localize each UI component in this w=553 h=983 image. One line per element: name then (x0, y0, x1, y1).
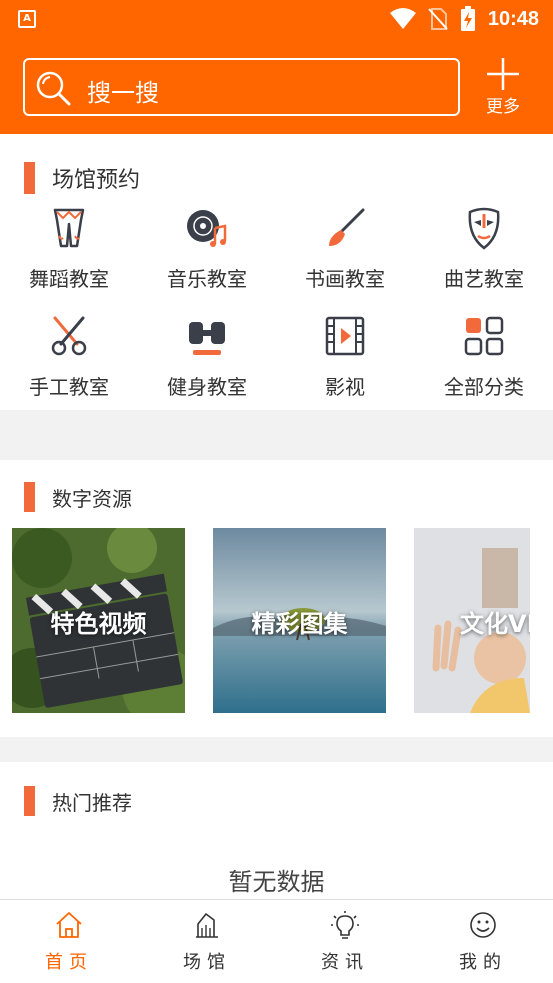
category-film[interactable]: 影视 (285, 314, 405, 414)
section-accent-bar (24, 482, 35, 512)
tile-vr[interactable]: 文化VR (414, 528, 530, 713)
section-accent-bar (24, 162, 35, 194)
venue-booking-section: 场馆预约 舞蹈教室 音乐教室 书画教室 曲艺教室 手工教室 健身教室 影视 全部… (0, 134, 553, 410)
battery-charging-icon (460, 6, 475, 31)
section-header: 数字资源 (24, 482, 132, 512)
opera-mask-icon (468, 207, 500, 250)
resource-carousel[interactable]: 特色视频 精彩图集 文化V (12, 528, 553, 713)
wifi-icon (389, 8, 416, 29)
status-bar: A 10:48 (0, 0, 553, 38)
tile-label: 特色视频 (50, 610, 147, 638)
category-label: 音乐教室 (167, 267, 247, 291)
section-header: 热门推荐 (24, 786, 132, 816)
tab-label: 场馆 (183, 952, 231, 973)
smiley-icon (470, 912, 496, 938)
category-label: 书画教室 (305, 267, 385, 291)
clock: 10:48 (487, 7, 539, 30)
tab-profile[interactable]: 我的 (414, 900, 552, 983)
category-label: 手工教室 (29, 375, 109, 399)
scissors-icon (51, 316, 87, 356)
tile-video[interactable]: 特色视频 (12, 528, 185, 713)
plus-icon (487, 58, 519, 90)
bottom-tab-bar: 首页 场馆 资讯 我的 (0, 899, 553, 983)
category-dance[interactable]: 舞蹈教室 (9, 206, 129, 306)
section-title: 数字资源 (52, 486, 132, 511)
category-painting[interactable]: 书画教室 (285, 206, 405, 306)
section-accent-bar (24, 786, 35, 816)
tile-gallery[interactable]: 精彩图集 (213, 528, 386, 713)
empty-state-text: 暂无数据 (228, 868, 325, 896)
home-icon (56, 912, 82, 938)
status-icons: 10:48 (389, 6, 539, 32)
lightbulb-icon (331, 911, 359, 939)
paint-brush-icon (329, 208, 365, 246)
category-label: 影视 (325, 375, 365, 399)
film-icon (325, 316, 365, 356)
venue-building-icon (196, 913, 218, 938)
tab-label: 我的 (459, 952, 507, 973)
category-all[interactable]: 全部分类 (424, 314, 544, 414)
category-opera[interactable]: 曲艺教室 (424, 206, 544, 306)
digital-resources-section: 数字资源 特色视频 精彩图集 文化V (0, 460, 553, 737)
tab-venue[interactable]: 场馆 (138, 900, 276, 983)
category-handcraft[interactable]: 手工教室 (9, 314, 129, 414)
no-sim-icon (428, 8, 448, 30)
section-header: 场馆预约 (24, 162, 140, 194)
category-label: 全部分类 (444, 375, 524, 399)
category-fitness[interactable]: 健身教室 (147, 314, 267, 414)
search-placeholder: 搜一搜 (87, 79, 159, 107)
section-title: 场馆预约 (52, 168, 141, 193)
hot-recommendations-section: 热门推荐 暂无数据 (0, 762, 553, 899)
section-title: 热门推荐 (52, 790, 132, 815)
dumbbell-icon (189, 322, 225, 355)
category-music[interactable]: 音乐教室 (147, 206, 267, 306)
more-label: 更多 (486, 97, 520, 117)
search-icon (36, 71, 71, 106)
search-input[interactable]: 搜一搜 (23, 58, 460, 116)
more-button[interactable]: 更多 (478, 56, 528, 118)
tab-label: 首页 (45, 952, 93, 973)
tab-label: 资讯 (321, 952, 369, 973)
app-notification-icon: A (18, 10, 36, 28)
tab-home[interactable]: 首页 (0, 900, 138, 983)
category-label: 曲艺教室 (444, 267, 524, 291)
dance-pants-icon (53, 208, 85, 248)
category-label: 舞蹈教室 (29, 267, 109, 291)
music-disc-icon (187, 210, 227, 247)
tab-news[interactable]: 资讯 (276, 900, 414, 983)
all-categories-icon (464, 316, 504, 356)
top-bar: 搜一搜 更多 (0, 38, 553, 134)
category-label: 健身教室 (167, 375, 247, 399)
tile-label: 文化VR (460, 610, 530, 638)
tile-label: 精彩图集 (251, 610, 348, 638)
